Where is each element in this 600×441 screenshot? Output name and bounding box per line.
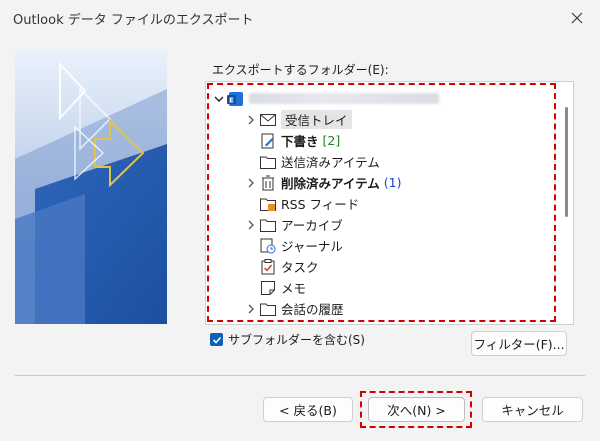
export-folder-label: エクスポートするフォルダー(E):: [212, 63, 389, 77]
checkmark-icon: [212, 336, 221, 344]
tree-item-label: 削除済みアイテム: [281, 176, 380, 191]
filter-button[interactable]: フィルター(F)...: [471, 331, 567, 356]
tree-item[interactable]: タスク: [258, 256, 319, 277]
tree-item-label: 受信トレイ: [281, 110, 352, 129]
tree-item[interactable]: アーカイブ: [244, 214, 343, 235]
folder-icon: [258, 216, 278, 234]
close-button[interactable]: [560, 3, 594, 33]
tree-item-label: RSS フィード: [281, 197, 360, 212]
unread-count: (1): [383, 175, 402, 190]
cancel-button[interactable]: キャンセル: [482, 397, 583, 422]
journal-icon: [258, 237, 278, 255]
include-subfolders-checkbox[interactable]: [210, 333, 223, 346]
chevron-right-icon[interactable]: [244, 115, 258, 125]
scrollbar-thumb[interactable]: [565, 107, 568, 217]
folder-icon: [258, 153, 278, 171]
tree-item-label: タスク: [281, 260, 319, 275]
tree-item[interactable]: 送信済みアイテム: [258, 151, 380, 172]
tree-item-label: メモ: [281, 281, 307, 296]
window-title: Outlook データ ファイルのエクスポート: [13, 13, 254, 28]
tree-item-label: アーカイブ: [281, 218, 343, 233]
close-icon: [571, 12, 583, 24]
unread-count: [2]: [322, 133, 341, 148]
tree-item[interactable]: 削除済みアイテム (1): [244, 172, 401, 193]
svg-text:E: E: [229, 96, 234, 104]
vertical-scrollbar[interactable]: [559, 82, 573, 322]
tree-item[interactable]: 会話の履歴: [244, 298, 344, 319]
tree-item[interactable]: 受信トレイ: [244, 109, 352, 130]
trash-icon: [258, 174, 278, 192]
task-icon: [258, 258, 278, 276]
back-button[interactable]: < 戻る(B): [263, 397, 353, 422]
rss-folder-icon: [258, 195, 278, 213]
tree-root-row[interactable]: E: [212, 88, 439, 109]
divider: [15, 375, 585, 376]
envelope-icon: [258, 111, 278, 129]
chevron-right-icon[interactable]: [244, 304, 258, 314]
tree-item-label: 会話の履歴: [281, 302, 344, 317]
note-icon: [258, 279, 278, 297]
tree-item-label: 下書き: [281, 134, 319, 149]
tree-item[interactable]: ジャーナル: [258, 235, 343, 256]
tree-item[interactable]: RSS フィード: [258, 193, 359, 214]
chevron-right-icon[interactable]: [244, 178, 258, 188]
chevron-right-icon[interactable]: [244, 220, 258, 230]
folder-tree[interactable]: E 受信トレイ 下書き [2] 送信済みアイテム 削除済みアイテム (1) RS…: [205, 81, 574, 325]
chevron-down-icon[interactable]: [212, 94, 226, 104]
exchange-account-icon: E: [226, 90, 246, 108]
title-bar: Outlook データ ファイルのエクスポート: [0, 0, 600, 36]
tree-item-label: 送信済みアイテム: [281, 155, 380, 170]
tree-item-label: ジャーナル: [281, 239, 343, 254]
folder-icon: [258, 300, 278, 318]
next-button[interactable]: 次へ(N) >: [368, 397, 465, 422]
wizard-side-graphic: [15, 49, 167, 324]
include-subfolders-label: サブフォルダーを含む(S): [228, 333, 365, 347]
include-subfolders-option[interactable]: サブフォルダーを含む(S): [210, 331, 365, 348]
account-email-redacted: [249, 93, 439, 104]
tree-item[interactable]: メモ: [258, 277, 306, 298]
draft-icon: [258, 132, 278, 150]
tree-item[interactable]: 下書き [2]: [258, 130, 340, 151]
